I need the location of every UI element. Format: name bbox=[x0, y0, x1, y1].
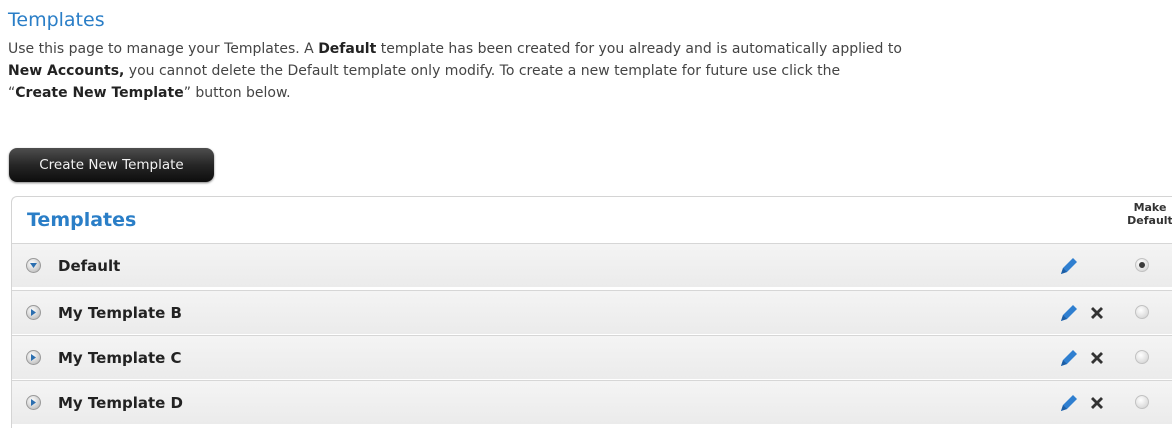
expand-toggle-icon[interactable] bbox=[26, 305, 41, 320]
page-description: Use this page to manage your Templates. … bbox=[8, 38, 1108, 104]
column-header-line: Default bbox=[1127, 214, 1172, 227]
template-row[interactable]: My Template B bbox=[12, 290, 1172, 334]
pencil-icon[interactable] bbox=[1058, 302, 1080, 324]
make-default-column-header: Make Default bbox=[1125, 201, 1172, 227]
expand-toggle-icon[interactable] bbox=[26, 395, 41, 410]
pencil-icon[interactable] bbox=[1058, 392, 1080, 414]
panel-title: Templates bbox=[27, 209, 137, 231]
template-name[interactable]: My Template B bbox=[58, 304, 182, 322]
template-row[interactable]: My Template C bbox=[12, 335, 1172, 379]
column-header-line: Make bbox=[1133, 201, 1167, 214]
make-default-radio[interactable] bbox=[1135, 350, 1149, 364]
expand-toggle-icon[interactable] bbox=[26, 350, 41, 365]
description-text: template has been created for you alread… bbox=[376, 41, 902, 57]
pencil-icon[interactable] bbox=[1058, 347, 1080, 369]
description-quote: ” bbox=[183, 85, 191, 101]
make-default-radio[interactable] bbox=[1135, 305, 1149, 319]
delete-x-icon[interactable] bbox=[1087, 393, 1107, 413]
description-bold-new-accounts: New Accounts, bbox=[8, 63, 125, 79]
delete-x-icon[interactable] bbox=[1087, 348, 1107, 368]
template-name[interactable]: Default bbox=[58, 257, 120, 275]
description-bold-create: Create New Template bbox=[15, 85, 184, 101]
template-row[interactable]: My Template D bbox=[12, 380, 1172, 424]
description-text: you cannot delete the Default template o… bbox=[124, 63, 841, 79]
create-new-template-button[interactable]: Create New Template bbox=[9, 148, 214, 182]
delete-x-icon[interactable] bbox=[1087, 303, 1107, 323]
expand-toggle-icon[interactable] bbox=[26, 258, 41, 273]
description-text: Use this page to manage your Templates. … bbox=[8, 41, 319, 57]
templates-panel: Templates Make Default Default My Templat… bbox=[11, 196, 1172, 428]
description-bold-default: Default bbox=[318, 41, 377, 57]
template-name[interactable]: My Template C bbox=[58, 349, 182, 367]
pencil-icon[interactable] bbox=[1058, 255, 1080, 277]
description-text: button below. bbox=[190, 85, 291, 101]
make-default-radio[interactable] bbox=[1135, 258, 1149, 272]
template-name[interactable]: My Template D bbox=[58, 394, 183, 412]
make-default-radio[interactable] bbox=[1135, 395, 1149, 409]
template-row[interactable]: Default bbox=[12, 243, 1172, 287]
page-title: Templates bbox=[8, 9, 105, 31]
